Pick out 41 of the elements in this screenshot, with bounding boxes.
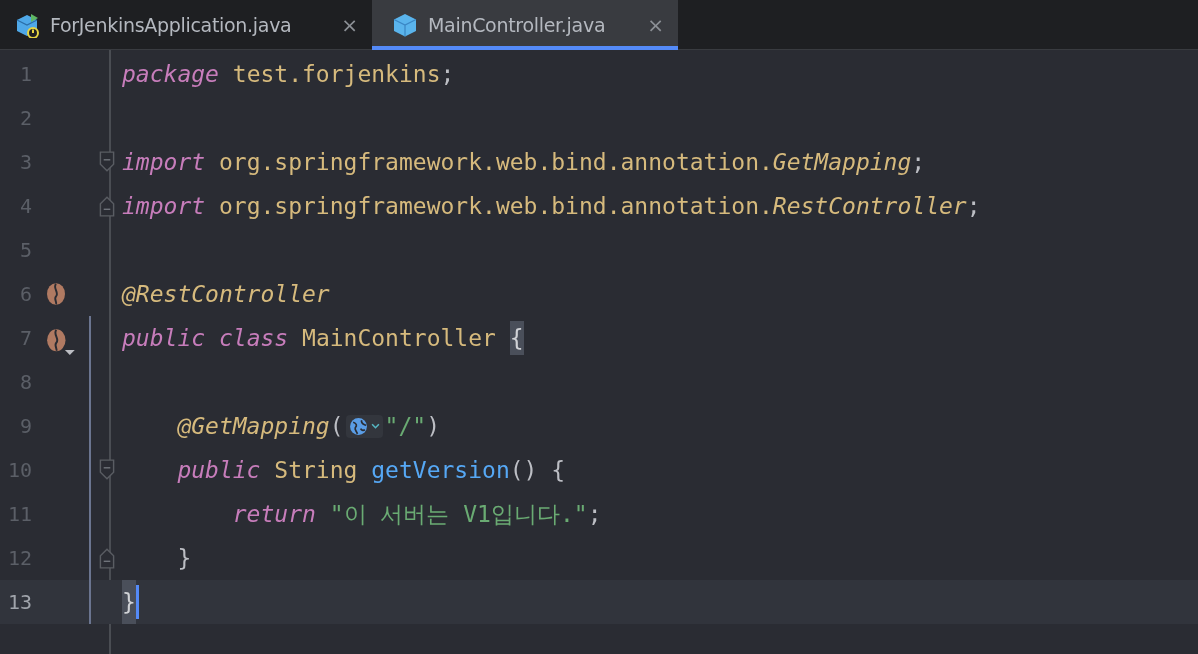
globe-icon [348, 416, 368, 436]
class-cube-icon [392, 12, 418, 38]
code-token: test.forjenkins [231, 61, 441, 87]
code-token: ; [911, 149, 926, 175]
code-token: import [122, 149, 206, 175]
editor-tab[interactable]: ForJenkinsApplication.java × [0, 0, 372, 50]
tab-label: ForJenkinsApplication.java [50, 14, 292, 36]
code-token: GetMapping [772, 149, 912, 175]
code-token: ) [426, 413, 440, 439]
code-token: @GetMapping [176, 413, 330, 439]
code-token: import [122, 193, 206, 219]
code-token: MainController [301, 325, 497, 351]
matched-brace: } [122, 580, 136, 624]
code-token: package [122, 61, 219, 87]
url-inlay-button[interactable] [345, 414, 383, 438]
code-token: ; [440, 61, 455, 87]
code-token: ; [587, 501, 602, 527]
tab-label: MainController.java [428, 14, 606, 36]
line-number: 13 [6, 590, 32, 614]
code-token: org.springframework.web.bind.annotation. [217, 193, 773, 219]
code-token: ( [329, 413, 344, 439]
code-token: RestController [772, 193, 967, 219]
editor-tab[interactable]: MainController.java × [372, 0, 678, 50]
close-button[interactable]: × [647, 13, 664, 37]
code-token: ; [966, 193, 981, 219]
code-token: return [231, 501, 316, 527]
code-token: class [217, 325, 289, 351]
code-token: () { [509, 457, 566, 483]
code-token: org.springframework.web.bind.annotation. [217, 149, 773, 175]
code-token: getVersion [371, 457, 510, 483]
code-token: "이 서버는 V1입니다." [328, 499, 588, 529]
code-token: } [176, 545, 192, 571]
code-token: String [273, 457, 359, 483]
code-token: public [176, 457, 261, 483]
code-token: public [122, 325, 206, 351]
code-token: @RestController [122, 281, 330, 307]
code-token: "/" [384, 413, 427, 439]
matched-brace: { [509, 321, 524, 355]
close-button[interactable]: × [341, 13, 358, 37]
application-class-icon [14, 12, 40, 38]
chevron-down-icon [370, 423, 380, 429]
